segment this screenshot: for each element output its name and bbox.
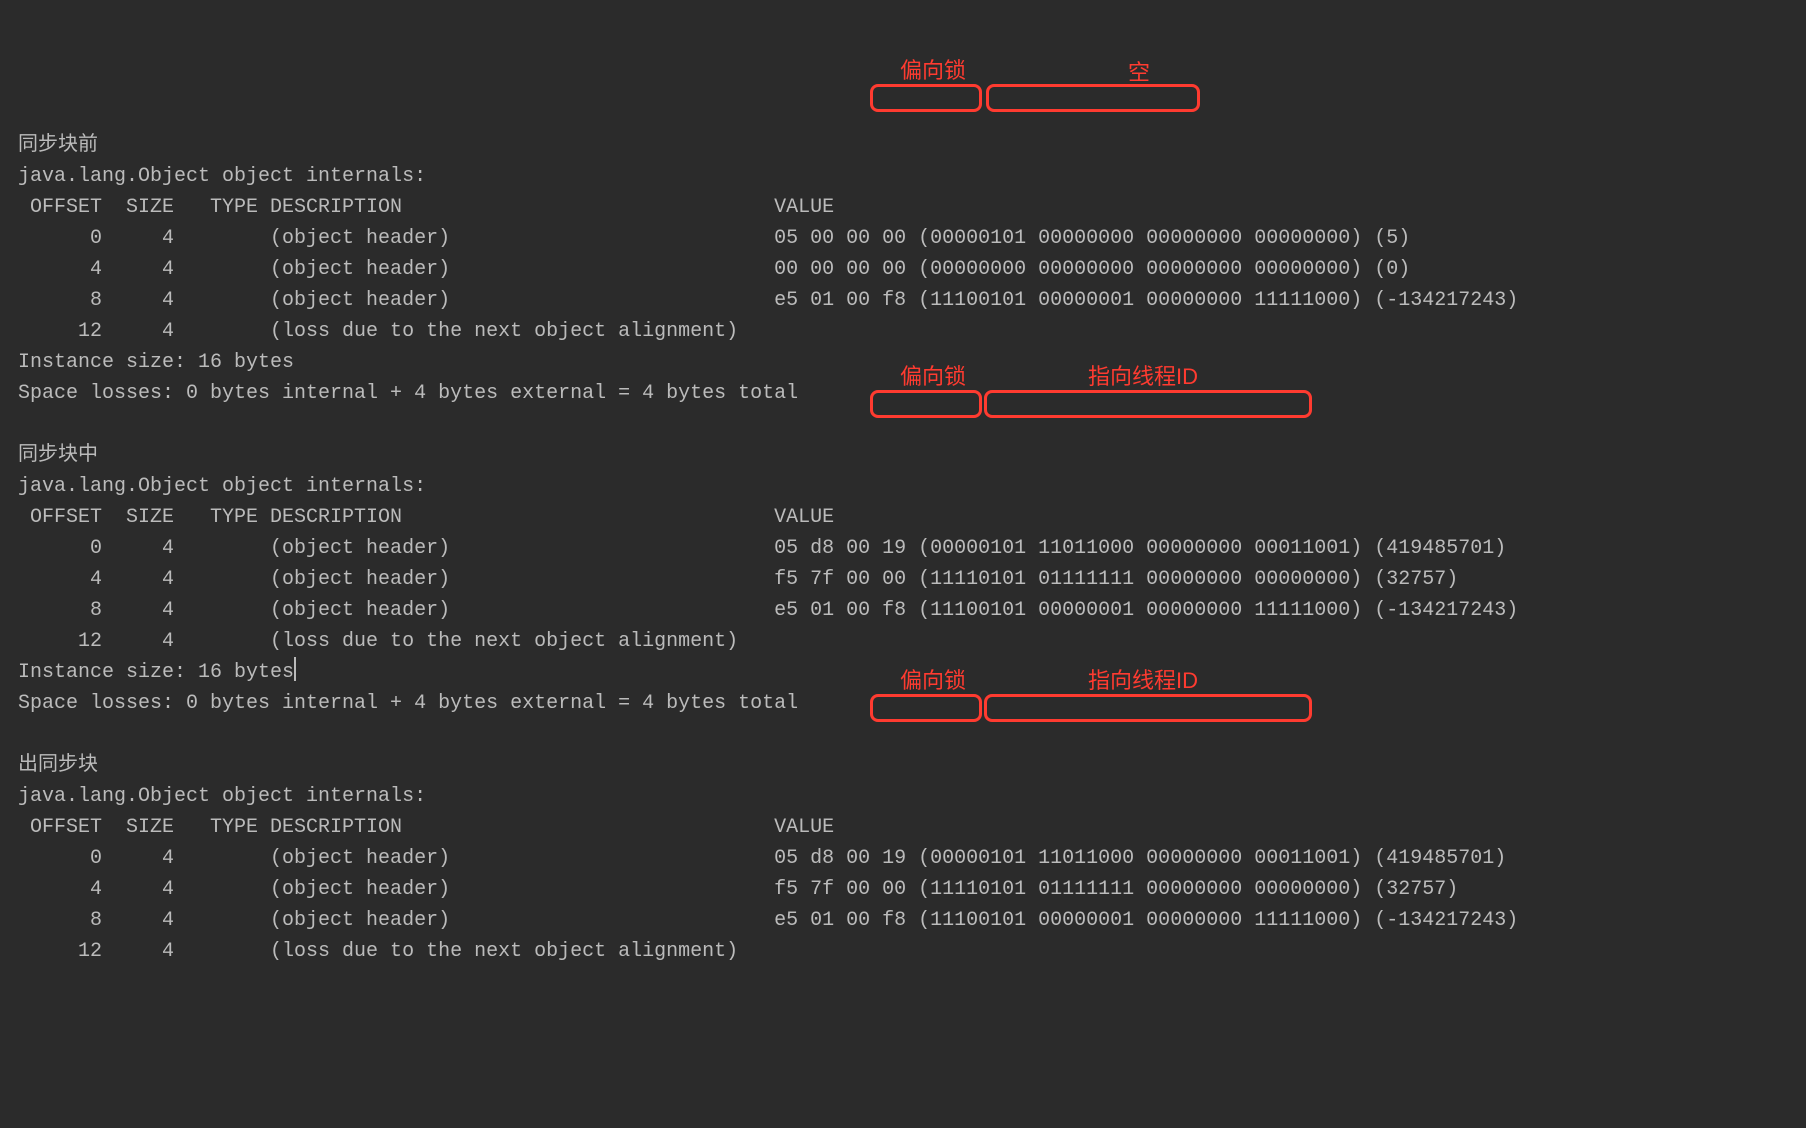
table-row: 4 4 (object header) 00 00 00 00 (0000000… — [18, 254, 1788, 285]
annotation-label: 偏向锁 — [900, 60, 966, 82]
annotation-label: 空 — [1128, 62, 1150, 84]
annotation-box — [870, 84, 982, 112]
table-header: OFFSET SIZE TYPE DESCRIPTION VALUE — [18, 192, 1788, 223]
terminal-output: 同步块前java.lang.Object object internals: O… — [18, 130, 1788, 967]
intro-line: java.lang.Object object internals: — [18, 161, 1788, 192]
annotation-label: 偏向锁 — [900, 366, 966, 388]
blank-line — [18, 409, 1788, 440]
table-header: OFFSET SIZE TYPE DESCRIPTION VALUE — [18, 502, 1788, 533]
annotation-label: 指向线程ID — [1088, 670, 1198, 692]
table-row: 12 4 (loss due to the next object alignm… — [18, 626, 1788, 657]
annotation-label: 偏向锁 — [900, 670, 966, 692]
section-title: 出同步块 — [18, 750, 1788, 781]
annotation-box — [986, 84, 1200, 112]
section-title: 同步块前 — [18, 130, 1788, 161]
text-cursor — [294, 657, 296, 681]
table-row: 4 4 (object header) f5 7f 00 00 (1111010… — [18, 874, 1788, 905]
table-row: 8 4 (object header) e5 01 00 f8 (1110010… — [18, 905, 1788, 936]
table-row: 8 4 (object header) e5 01 00 f8 (1110010… — [18, 595, 1788, 626]
section-title: 同步块中 — [18, 440, 1788, 471]
annotation-label: 指向线程ID — [1088, 366, 1198, 388]
table-row: 12 4 (loss due to the next object alignm… — [18, 316, 1788, 347]
table-row: 12 4 (loss due to the next object alignm… — [18, 936, 1788, 967]
table-header: OFFSET SIZE TYPE DESCRIPTION VALUE — [18, 812, 1788, 843]
intro-line: java.lang.Object object internals: — [18, 471, 1788, 502]
table-row: 0 4 (object header) 05 d8 00 19 (0000010… — [18, 533, 1788, 564]
intro-line: java.lang.Object object internals: — [18, 781, 1788, 812]
blank-line — [18, 719, 1788, 750]
table-row: 8 4 (object header) e5 01 00 f8 (1110010… — [18, 285, 1788, 316]
table-row: 4 4 (object header) f5 7f 00 00 (1111010… — [18, 564, 1788, 595]
table-row: 0 4 (object header) 05 d8 00 19 (0000010… — [18, 843, 1788, 874]
table-row: 0 4 (object header) 05 00 00 00 (0000010… — [18, 223, 1788, 254]
